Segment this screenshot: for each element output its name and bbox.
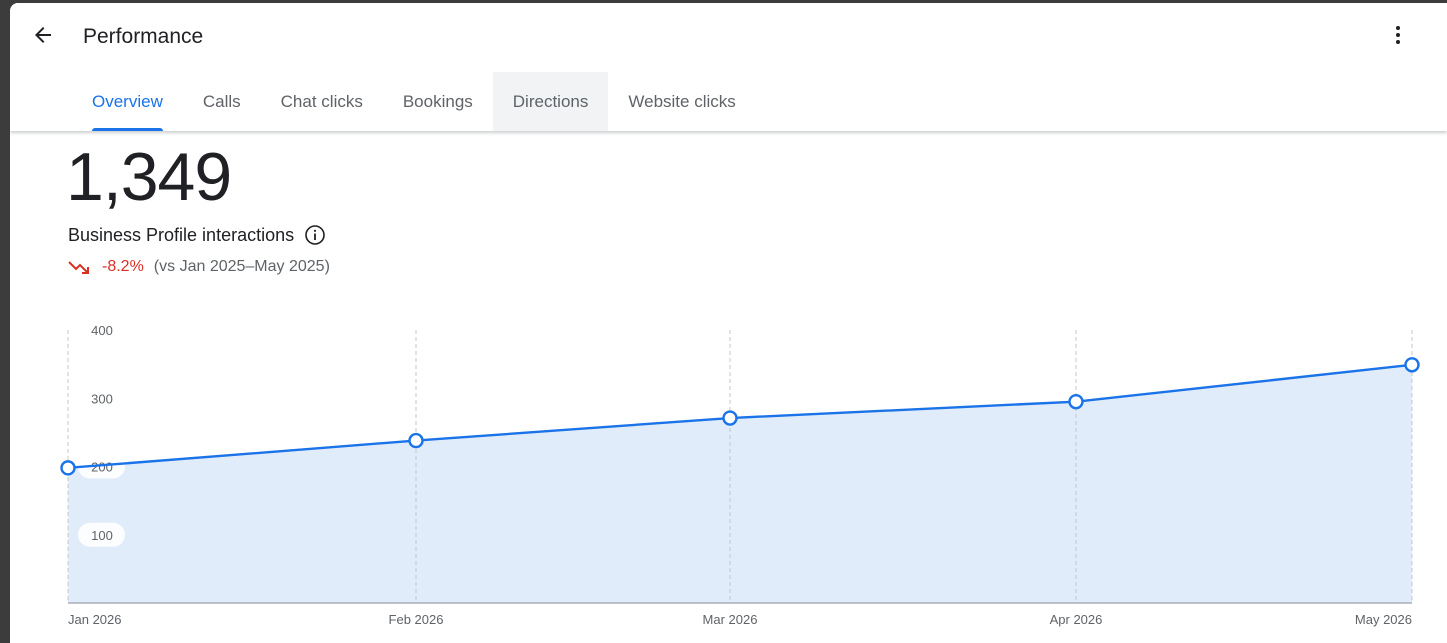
data-point xyxy=(1068,393,1084,410)
x-tick-label: Jan 2026 xyxy=(68,612,122,627)
tab-label: Calls xyxy=(202,91,241,111)
y-tick-label: 200 xyxy=(91,460,113,475)
comparison-period: (vs Jan 2025–May 2025) xyxy=(153,258,330,275)
area-fill xyxy=(68,364,1412,603)
change-row: -8.2% (vs Jan 2025–May 2025) xyxy=(68,258,330,276)
tab-label: Directions xyxy=(512,91,589,111)
metric-label: Business Profile interactions xyxy=(68,224,326,246)
tab-bar: Overview Calls Chat clicks Bookings Dire… xyxy=(72,72,756,131)
data-point xyxy=(1404,357,1420,373)
data-point xyxy=(408,432,424,449)
page-title: Performance xyxy=(83,25,204,48)
tab-label: Overview xyxy=(92,91,163,111)
y-tick-label: 100 xyxy=(91,528,113,543)
tab-website-clicks[interactable]: Website clicks xyxy=(608,72,755,131)
tab-label: Chat clicks xyxy=(280,91,363,111)
tab-directions[interactable]: Directions xyxy=(492,72,609,131)
tab-calls[interactable]: Calls xyxy=(183,72,261,131)
info-icon[interactable] xyxy=(304,224,326,246)
data-point xyxy=(722,410,738,426)
total-interactions: 1,349 xyxy=(66,139,232,215)
change-percent: -8.2% xyxy=(102,258,144,275)
x-tick-label: Feb 2026 xyxy=(389,612,444,627)
x-tick-label: Mar 2026 xyxy=(703,612,758,627)
y-tick-label: 300 xyxy=(91,391,113,406)
tab-label: Website clicks xyxy=(628,91,736,111)
trending-down-icon xyxy=(68,260,90,274)
x-tick-label: Apr 2026 xyxy=(1050,612,1103,627)
x-tick-label: May 2026 xyxy=(1355,612,1412,627)
data-point xyxy=(60,460,76,476)
metric-label-text: Business Profile interactions xyxy=(68,224,295,245)
tab-label: Bookings xyxy=(402,91,473,111)
tab-overview[interactable]: Overview xyxy=(72,72,183,131)
performance-window: 100 200 300 400 Jan 2026 Feb 2026 Mar 2026 Apr … xyxy=(10,3,1447,643)
header-bar: Performance Overview Calls Chat clicks B… xyxy=(10,3,1447,131)
more-vert-icon xyxy=(1386,23,1410,52)
tab-bookings[interactable]: Bookings xyxy=(383,72,493,131)
more-options-button[interactable] xyxy=(1381,20,1415,54)
tab-chat-clicks[interactable]: Chat clicks xyxy=(261,72,383,131)
y-tick-label: 400 xyxy=(91,323,113,338)
back-button[interactable] xyxy=(26,20,60,54)
arrow-back-icon xyxy=(31,23,55,52)
